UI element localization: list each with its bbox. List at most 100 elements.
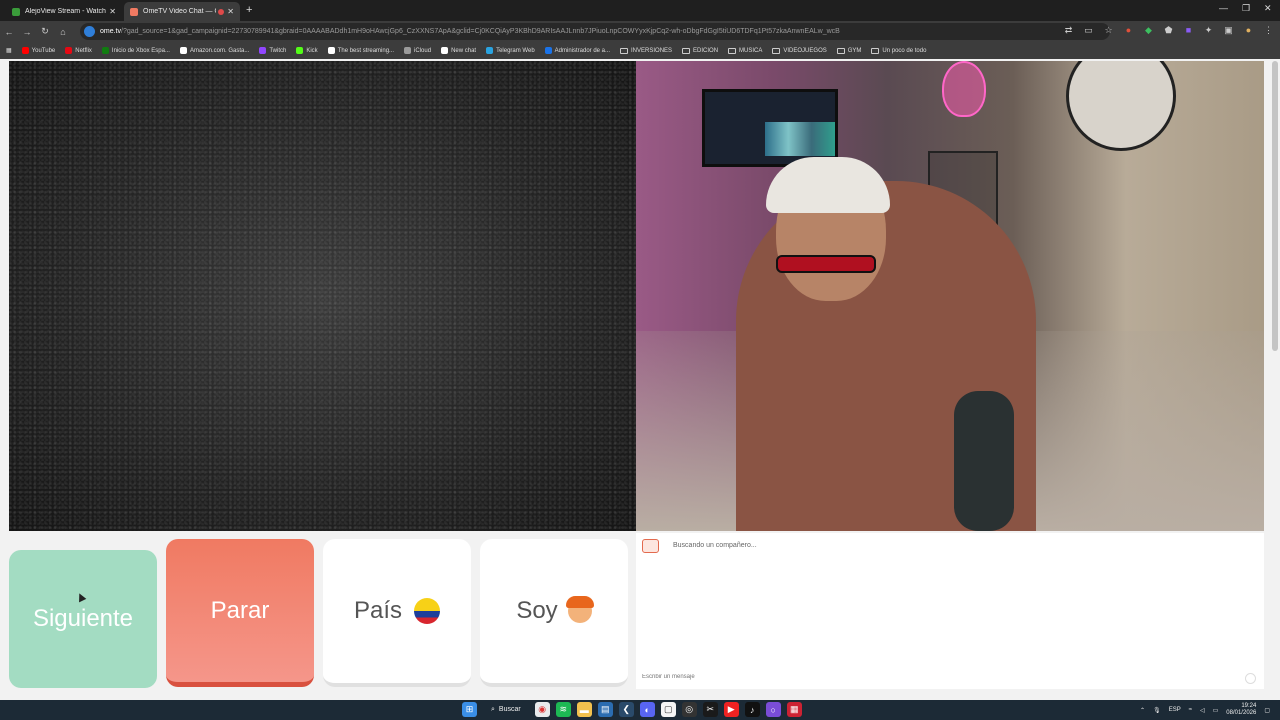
cast-icon[interactable]: ▭ [1083, 25, 1094, 36]
app-purple-icon[interactable]: ○ [765, 702, 781, 717]
folder-icon [772, 47, 781, 54]
extensions-icon[interactable]: ✦ [1203, 25, 1214, 36]
file-explorer-icon[interactable]: ▬ [576, 702, 592, 717]
bookmark-twitch[interactable]: Twitch [259, 47, 286, 54]
menu-icon[interactable]: ⋮ [1263, 25, 1274, 36]
admin-icon [544, 47, 552, 54]
notifications-icon[interactable]: ▢ [1264, 707, 1270, 714]
stop-button[interactable]: Parar [166, 539, 314, 687]
wifi-icon[interactable]: ≈ [1189, 707, 1192, 713]
close-tab-icon[interactable]: ✕ [227, 7, 234, 16]
folder-musica[interactable]: MUSICA [728, 47, 762, 54]
chat-message-input[interactable] [642, 671, 1222, 683]
toolbar: ← → ↻ ⌂ ome.tv /?gad_source=1&gad_campai… [0, 21, 1280, 42]
store-icon[interactable]: ▤ [597, 702, 613, 717]
translate-icon[interactable]: ⇄ [1063, 25, 1074, 36]
language-indicator[interactable]: ESP [1169, 707, 1181, 713]
chat-status: Buscando un compañero... [673, 542, 757, 549]
bookmark-icloud[interactable]: iCloud [404, 47, 431, 54]
extension-purple-icon[interactable]: ■ [1183, 25, 1194, 36]
spotify-icon[interactable]: ≋ [555, 702, 571, 717]
extension-red-icon[interactable]: ● [1123, 25, 1134, 36]
bookmark-netflix[interactable]: Netflix [65, 47, 92, 54]
notepad-icon[interactable]: ▢ [660, 702, 676, 717]
obs-icon[interactable]: ◎ [681, 702, 697, 717]
folder-gym[interactable]: GYM [836, 47, 862, 54]
bookmark-amazon[interactable]: Amazon.com. Gasta... [179, 47, 249, 54]
person-sunglasses [776, 255, 876, 273]
folder-un-poco-de-todo[interactable]: Un poco de todo [871, 47, 926, 54]
folder-inversiones[interactable]: INVERSIONES [620, 47, 673, 54]
clock-date: 08/01/2026 [1226, 710, 1257, 716]
gender-button[interactable]: Soy [480, 539, 628, 687]
search-icon: ⌕ [491, 705, 495, 713]
bookmark-kick[interactable]: Kick [296, 47, 318, 54]
bookmark-new-chat[interactable]: New chat [441, 47, 476, 54]
bookmark-xbox[interactable]: Inicio de Xbox Espa... [101, 47, 170, 54]
bookmark-label: Netflix [75, 47, 92, 54]
room-mirror [1066, 61, 1176, 151]
emoji-icon[interactable] [1245, 673, 1256, 684]
streaming-icon [327, 47, 335, 54]
clock[interactable]: 19:24 08/01/2026 [1226, 703, 1256, 717]
folder-icon [836, 47, 845, 54]
url-host: ome.tv [100, 28, 122, 35]
bookmark-label: YouTube [31, 47, 56, 54]
gender-label: Soy [516, 597, 558, 624]
plus-icon[interactable]: + [246, 4, 252, 16]
vscode-icon[interactable]: ❮ [618, 702, 634, 717]
site-info-icon[interactable] [84, 26, 95, 37]
folder-label: GYM [847, 47, 862, 54]
battery-icon[interactable]: ▭ [1213, 707, 1219, 714]
ometv-chat-icon [642, 539, 659, 553]
microphone [954, 391, 1014, 531]
bookmark-youtube[interactable]: YouTube [21, 47, 56, 54]
folder-videojuegos[interactable]: VIDEOJUEGOS [772, 47, 827, 54]
close-window-icon[interactable]: ✕ [1264, 3, 1272, 14]
person-cap [766, 157, 890, 213]
folder-icon [728, 47, 737, 54]
chevron-up-icon[interactable]: ⌃ [1140, 707, 1145, 714]
address-bar[interactable]: ome.tv /?gad_source=1&gad_campaignid=227… [80, 23, 1110, 40]
capcut-icon[interactable]: ✂ [702, 702, 718, 717]
back-icon[interactable]: ← [0, 27, 18, 37]
folder-edicion[interactable]: EDICION [682, 47, 718, 54]
bookmark-admin[interactable]: Administrador de a... [544, 47, 610, 54]
amazon-icon [179, 47, 187, 54]
close-tab-icon[interactable]: ✕ [109, 7, 116, 16]
next-button[interactable]: Siguiente [9, 550, 157, 688]
bookmark-star-icon[interactable]: ☆ [1103, 25, 1114, 36]
tiktok-icon[interactable]: ♪ [744, 702, 760, 717]
reload-icon[interactable]: ↻ [36, 26, 54, 37]
taskbar-search[interactable]: ⌕ Buscar [483, 702, 529, 717]
profile-avatar-icon[interactable]: ● [1243, 25, 1254, 36]
microphone-tray-icon[interactable]: 🎙︎ [1153, 707, 1161, 714]
telegram-icon [486, 47, 494, 54]
tab-ometv[interactable]: OmeTV Video Chat — Ome ✕ [124, 2, 240, 21]
extension-green-icon[interactable]: ◆ [1143, 25, 1154, 36]
country-button[interactable]: País [323, 539, 471, 687]
tab-strip: AlejoView Stream - Watch Live ✕ OmeTV Vi… [0, 0, 1280, 21]
forward-icon[interactable]: → [18, 27, 36, 37]
tab-alejoview[interactable]: AlejoView Stream - Watch Live ✕ [6, 2, 122, 21]
minimize-icon[interactable]: — [1219, 3, 1228, 13]
restore-icon[interactable]: ❐ [1242, 3, 1250, 14]
chrome-icon[interactable]: ◉ [534, 702, 550, 717]
windows-start-icon[interactable]: ⊞ [462, 702, 477, 717]
volume-icon[interactable]: ◁ [1200, 707, 1205, 714]
bookmarks-bar: ▦ YouTube Netflix Inicio de Xbox Espa...… [0, 42, 1280, 59]
page-scrollbar[interactable] [1270, 59, 1280, 700]
bookmark-telegram[interactable]: Telegram Web [486, 47, 535, 54]
bookmark-streaming[interactable]: The best streaming... [327, 47, 394, 54]
apps-grid-icon[interactable]: ▦ [6, 47, 12, 54]
sidepanel-icon[interactable]: ▣ [1223, 25, 1234, 36]
discord-icon[interactable]: ◐ [639, 702, 655, 717]
shield-icon[interactable]: ⬟ [1163, 25, 1174, 36]
bookmark-label: New chat [451, 47, 477, 54]
folder-label: INVERSIONES [631, 47, 673, 54]
home-icon[interactable]: ⌂ [54, 27, 72, 37]
scrollbar-thumb[interactable] [1272, 61, 1278, 351]
bookmark-label: Twitch [269, 47, 287, 54]
youtube-app-icon[interactable]: ▶ [723, 702, 739, 717]
calendar-icon[interactable]: ▦ [786, 702, 802, 717]
